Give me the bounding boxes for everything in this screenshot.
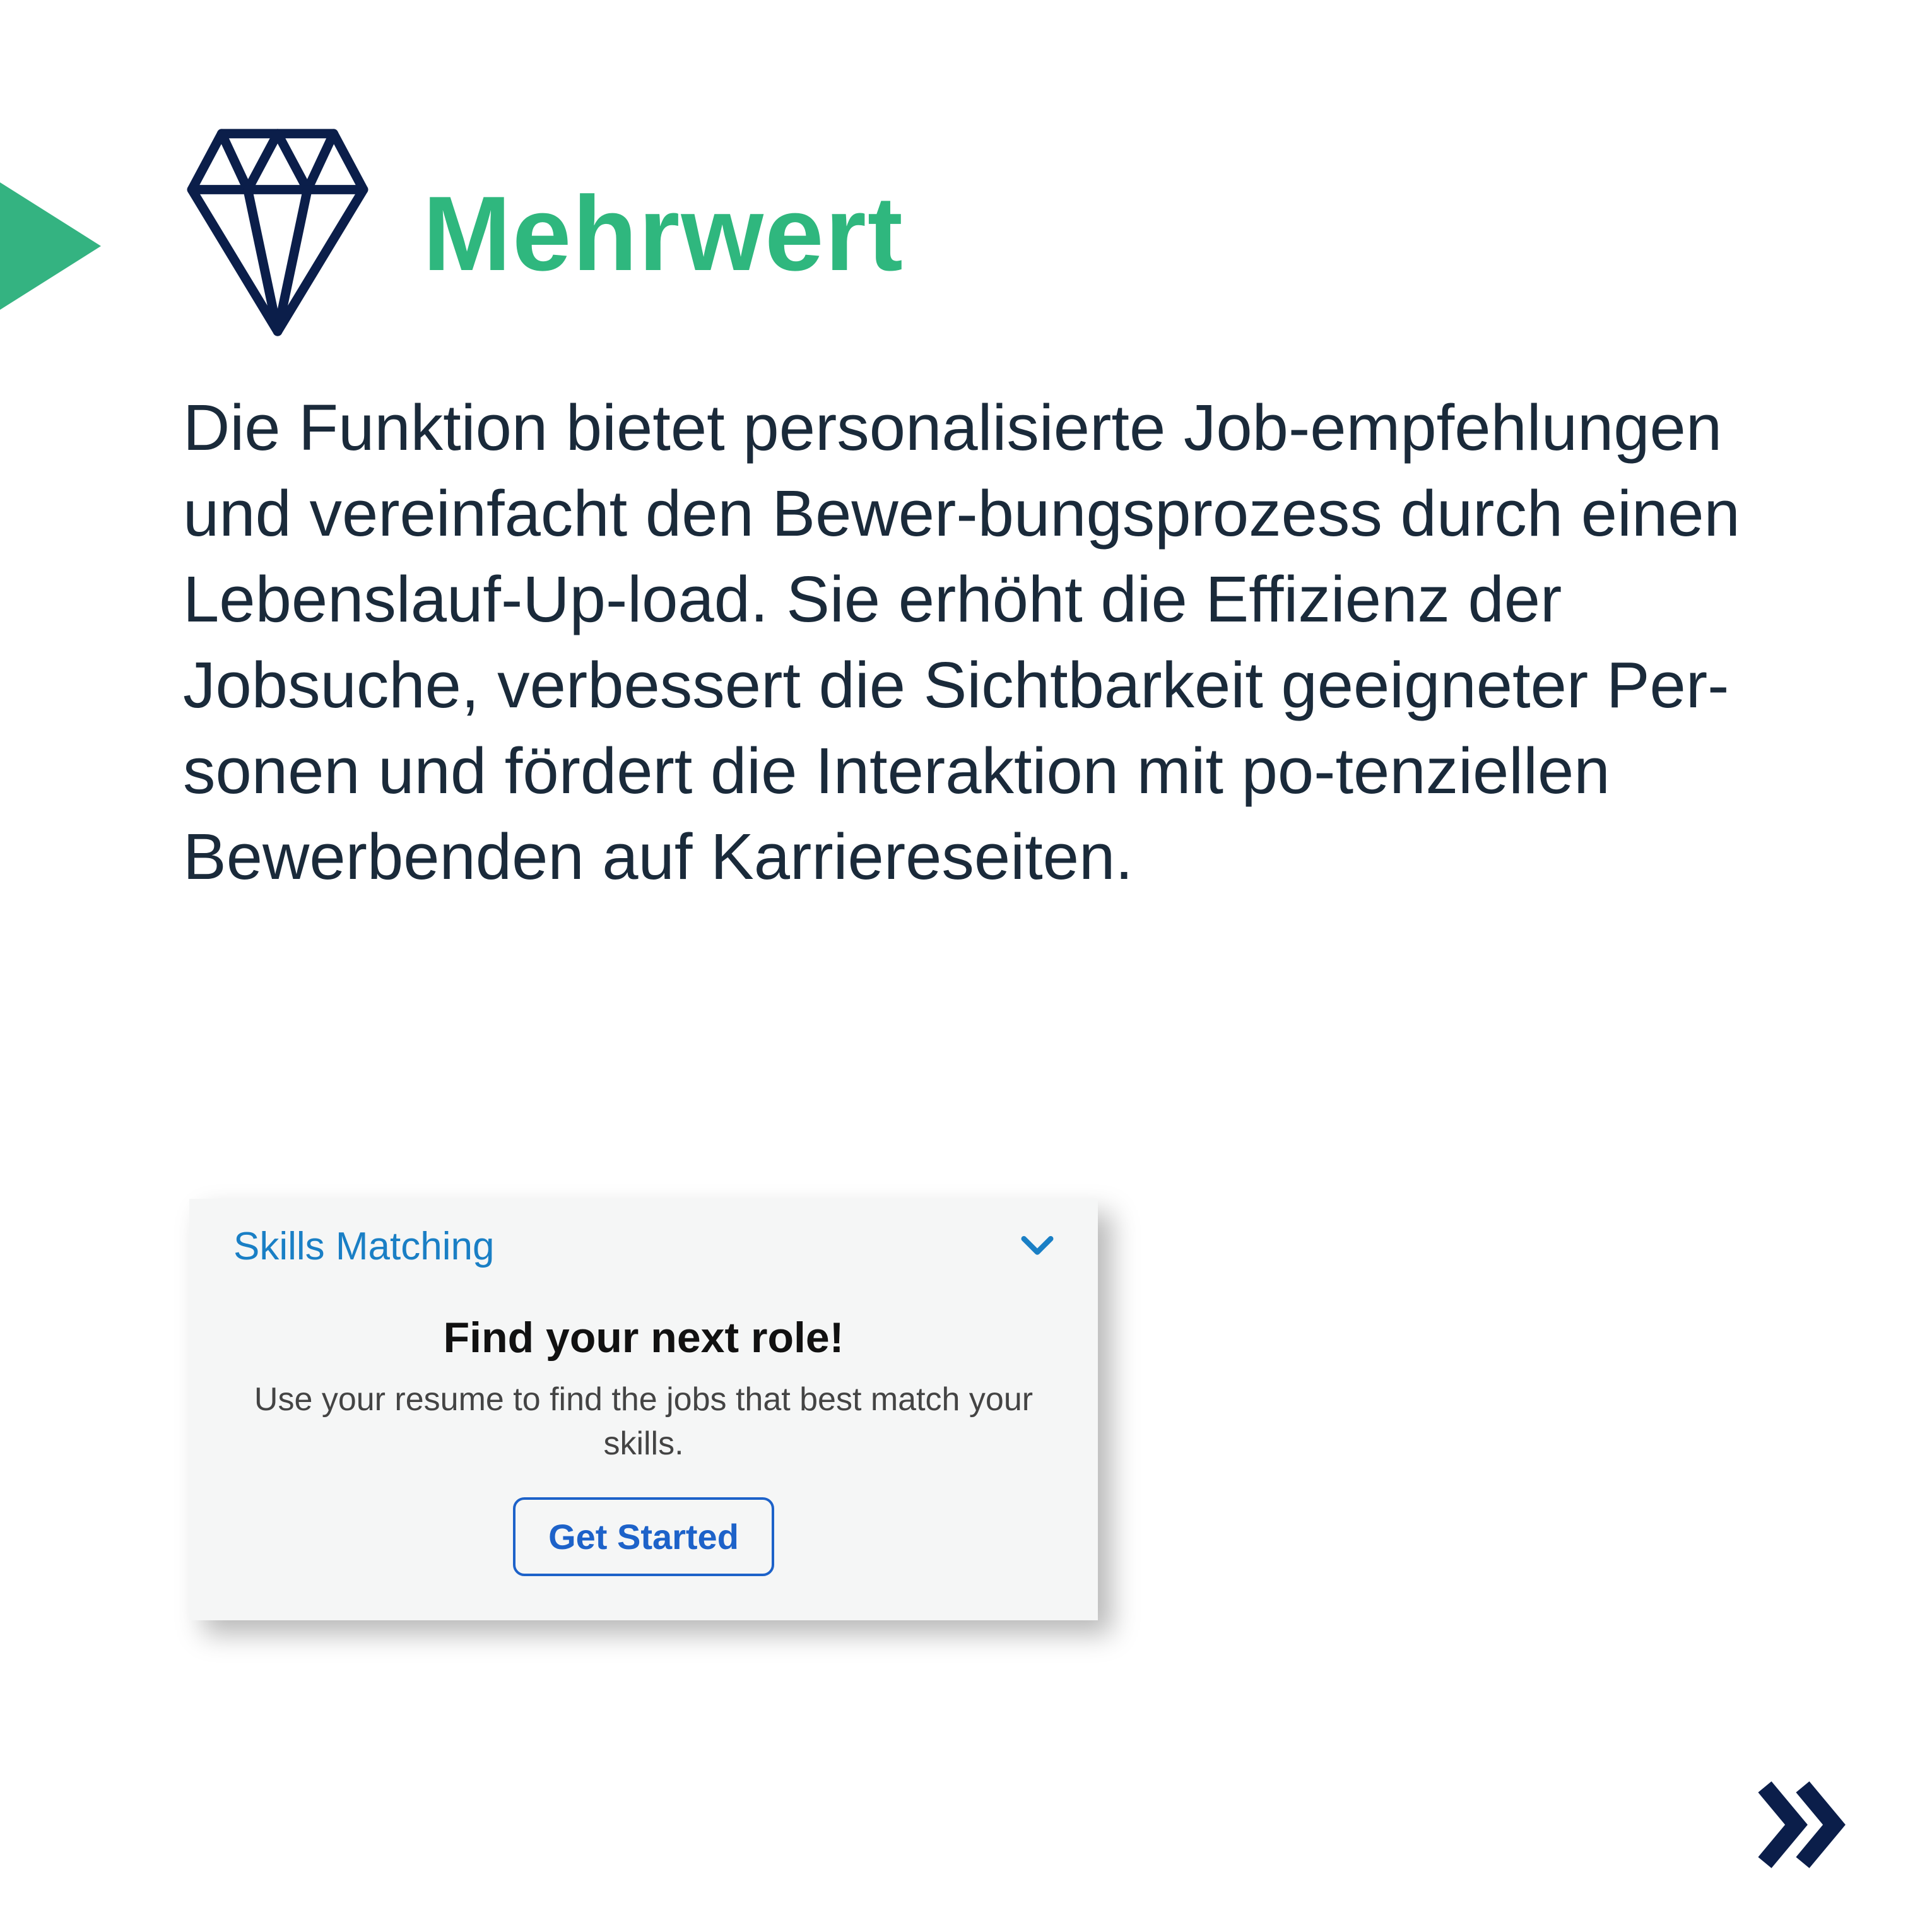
double-chevron-right-icon	[1755, 1781, 1850, 1869]
card-section-title: Skills Matching	[233, 1224, 494, 1269]
body-paragraph: Die Funktion bietet personalisierte Job-…	[183, 385, 1825, 900]
page-title: Mehrwert	[423, 180, 904, 286]
card-body: Find your next role! Use your resume to …	[233, 1313, 1054, 1576]
header: Mehrwert	[183, 126, 904, 341]
skills-matching-card: Skills Matching Find your next role! Use…	[189, 1199, 1098, 1620]
card-heading: Find your next role!	[233, 1313, 1054, 1362]
chevron-down-icon	[1021, 1236, 1054, 1258]
get-started-button[interactable]: Get Started	[513, 1497, 774, 1576]
card-header[interactable]: Skills Matching	[233, 1224, 1054, 1269]
card-subtext: Use your resume to find the jobs that be…	[233, 1377, 1054, 1466]
diamond-icon	[183, 126, 372, 341]
next-page-button[interactable]	[1755, 1781, 1850, 1869]
side-arrow-decoration	[0, 170, 101, 322]
